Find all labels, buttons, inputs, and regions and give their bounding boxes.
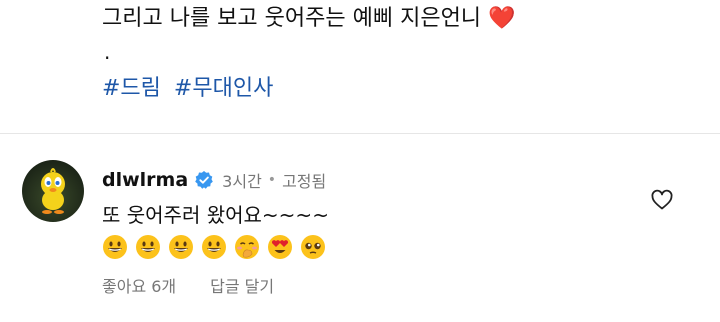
red-heart-emoji: ❤️ [488,6,516,31]
hashtag-dream[interactable]: #드림 [102,76,161,101]
hashtag-stage-greeting[interactable]: #무대인사 [174,76,273,101]
verified-badge-icon [195,171,213,189]
comment-username[interactable]: dlwlrma [102,169,188,191]
divider [0,133,720,134]
comment-time: 3시간 [222,172,262,191]
heart-outline-icon[interactable] [650,188,674,212]
separator-dot: • [267,172,277,188]
grinning-face-emoji [169,235,193,259]
likes-count[interactable]: 좋아요 6개 [102,273,176,297]
post-caption: 그리고 나를 보고 웃어주는 예삐 지은언니 ❤️ [102,4,515,34]
pleading-face-emoji [301,235,325,259]
heart-eyes-emoji [268,235,292,259]
hashtag-list: #드림 #무대인사 [102,74,279,104]
avatar[interactable] [22,160,84,222]
caption-dot: . [104,40,111,64]
grinning-face-emoji [202,235,226,259]
comment-actions: 좋아요 6개 답글 달기 [102,273,274,297]
grinning-face-emoji [103,235,127,259]
grinning-face-emoji [136,235,160,259]
comment-emoji-row [102,234,333,260]
comment-header: dlwlrma 3시간 • 고정됨 [102,166,326,194]
caption-text: 그리고 나를 보고 웃어주는 예삐 지은언니 [102,6,482,31]
comment-text: 또 웃어주러 왔어요~~~~ [102,203,329,227]
hand-over-mouth-emoji [235,235,259,259]
reply-button[interactable]: 답글 달기 [210,273,274,297]
pinned-label: 고정됨 [282,172,327,191]
